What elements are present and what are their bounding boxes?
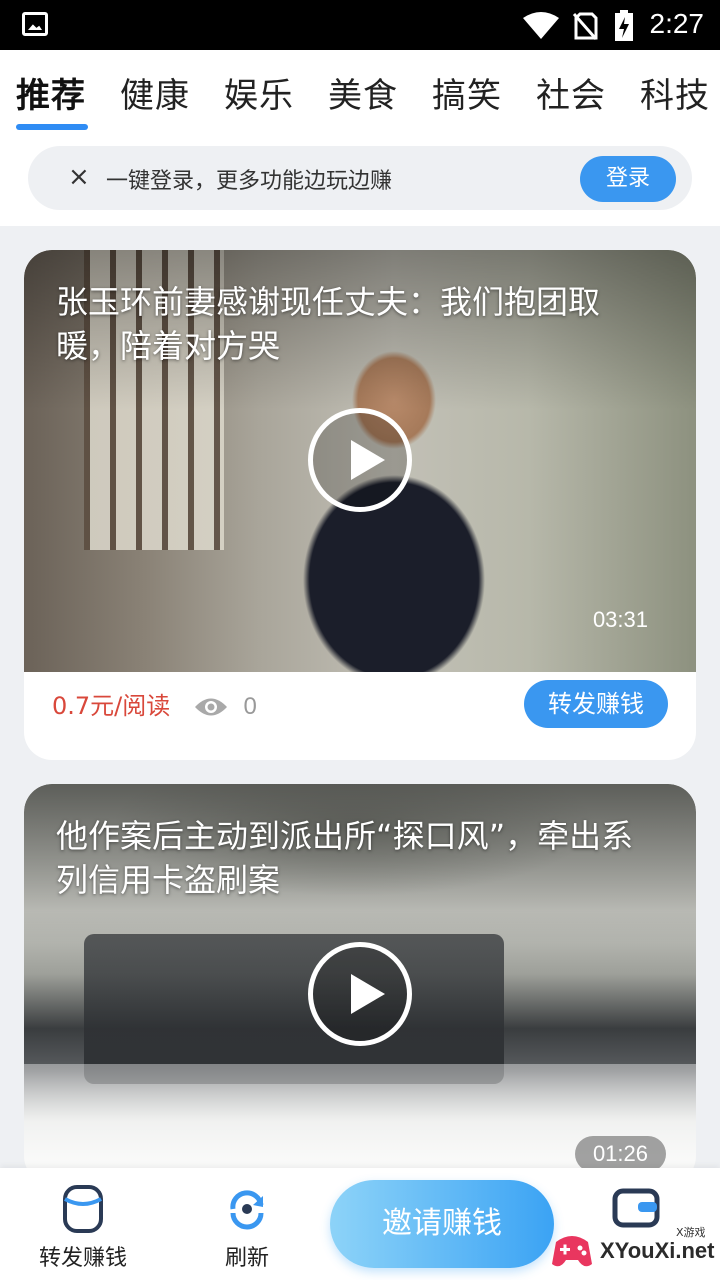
watermark-site: XYouXi.net — [600, 1238, 715, 1263]
video-duration: 03:31 — [592, 607, 648, 632]
play-icon[interactable] — [308, 408, 412, 512]
nav-share-earn[interactable]: 转发赚钱 — [18, 1184, 148, 1272]
login-button[interactable]: 登录 — [580, 156, 676, 202]
nav-refresh[interactable]: 刷新 — [182, 1184, 312, 1272]
thumbnail-device — [84, 934, 504, 1084]
share-earn-button[interactable]: 转发赚钱 — [524, 680, 668, 728]
tab-society[interactable]: 社会 — [536, 68, 606, 117]
nav-refresh-label: 刷新 — [224, 1246, 269, 1271]
video-title[interactable]: 他作案后主动到派出所“探口风”，牵出系列信用卡盗刷案 — [56, 814, 656, 902]
no-sim-icon — [572, 12, 598, 40]
battery-icon — [615, 10, 633, 41]
feed-card[interactable]: 他作案后主动到派出所“探口风”，牵出系列信用卡盗刷案 01:26 — [24, 784, 696, 1184]
share-cylinder-icon — [63, 1185, 103, 1233]
login-banner: × 一键登录，更多功能边玩边赚 登录 — [28, 146, 692, 210]
video-thumbnail[interactable]: 张玉环前妻感谢现任丈夫：我们抱团取暖，陪着对方哭 03:31 — [24, 250, 696, 672]
tab-food[interactable]: 美食 — [328, 68, 398, 117]
video-title[interactable]: 张玉环前妻感谢现任丈夫：我们抱团取暖，陪着对方哭 — [56, 280, 656, 368]
tab-tech[interactable]: 科技 — [640, 68, 710, 117]
tab-funny[interactable]: 搞笑 — [432, 68, 502, 117]
status-bar: 2:27 — [0, 0, 720, 50]
login-banner-container: × 一键登录，更多功能边玩边赚 登录 — [0, 140, 720, 226]
eye-icon — [194, 698, 227, 716]
feed-card[interactable]: 张玉环前妻感谢现任丈夫：我们抱团取暖，陪着对方哭 03:31 0.7元/阅读 0… — [24, 250, 696, 760]
active-tab-indicator — [16, 124, 88, 130]
tab-recommend[interactable]: 推荐 — [16, 68, 86, 117]
gallery-icon — [22, 12, 48, 36]
wifi-icon — [523, 12, 559, 39]
tab-health[interactable]: 健康 — [120, 68, 190, 117]
gamepad-logo-icon — [552, 1236, 592, 1267]
close-icon[interactable]: × — [68, 162, 90, 192]
reward-price: 0.7元/阅读 — [52, 692, 171, 720]
view-count: 0 — [243, 693, 257, 720]
invite-earn-button[interactable]: 邀请赚钱 — [330, 1180, 554, 1268]
refresh-icon — [230, 1190, 264, 1230]
status-time: 2:27 — [649, 8, 705, 39]
category-tabs: 推荐 健康 娱乐 美食 搞笑 社会 科技 — [0, 50, 720, 140]
play-icon[interactable] — [308, 942, 412, 1046]
video-thumbnail[interactable]: 他作案后主动到派出所“探口风”，牵出系列信用卡盗刷案 01:26 — [24, 784, 696, 1184]
tab-entertainment[interactable]: 娱乐 — [224, 68, 294, 117]
video-duration: 01:26 — [574, 1136, 666, 1172]
watermark: X游戏 XYouXi.net — [548, 1222, 718, 1278]
card-meta: 0.7元/阅读 0 — [52, 686, 257, 726]
login-banner-text: 一键登录，更多功能边玩边赚 — [106, 169, 393, 194]
nav-share-earn-label: 转发赚钱 — [38, 1246, 127, 1271]
